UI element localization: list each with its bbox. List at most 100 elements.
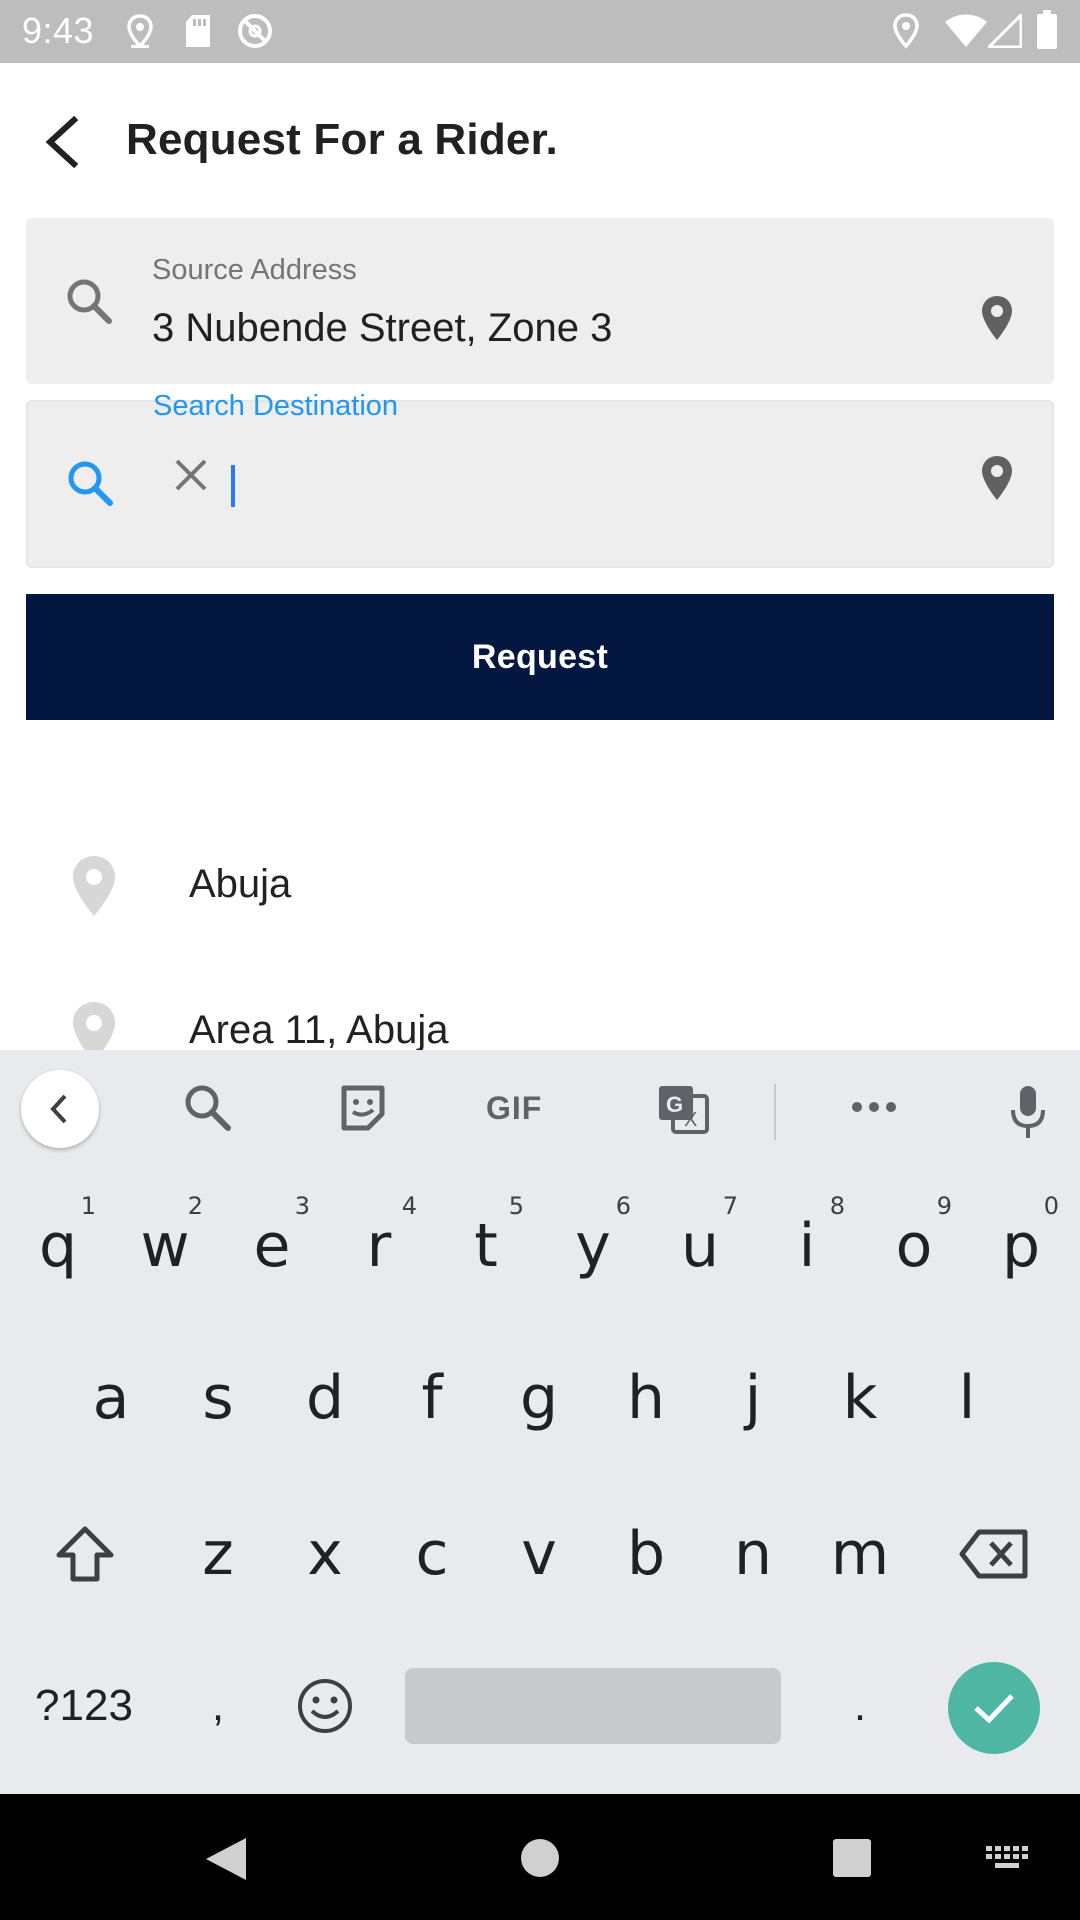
key-c[interactable]: c — [382, 1494, 482, 1614]
location-icon — [893, 13, 919, 49]
key-label: o — [895, 1211, 933, 1281]
key-hint: 8 — [829, 1192, 845, 1220]
svg-text:G: G — [666, 1092, 683, 1117]
source-address-value: 3 Nubende Street, Zone 3 — [152, 306, 613, 350]
home-icon[interactable] — [520, 1838, 560, 1878]
search-destination-input[interactable] — [240, 455, 940, 515]
key-i[interactable]: i8 — [757, 1186, 857, 1306]
toolbar-divider — [774, 1084, 776, 1140]
backspace-icon — [959, 1529, 1028, 1579]
location-pin-icon — [73, 856, 115, 916]
key-o[interactable]: o9 — [864, 1186, 964, 1306]
arrow-back-icon — [45, 115, 79, 169]
key-hint: 1 — [80, 1192, 96, 1220]
key-hint: 2 — [187, 1192, 203, 1220]
backspace-key[interactable] — [944, 1494, 1044, 1614]
page-title: Request For a Rider. — [126, 115, 558, 164]
suggestion-item[interactable]: Area 11, Abuja — [0, 958, 1080, 1050]
app-screen: 9:43 Request For a Rider. Source Address… — [0, 0, 1080, 1920]
key-e[interactable]: e3 — [222, 1186, 322, 1306]
signal-icon — [988, 14, 1022, 48]
key-t[interactable]: t5 — [436, 1186, 536, 1306]
back-nav-icon[interactable] — [204, 1836, 248, 1882]
period-key[interactable]: . — [810, 1646, 910, 1766]
key-g[interactable]: g — [489, 1338, 589, 1458]
key-hint: 4 — [401, 1192, 417, 1220]
enter-key[interactable] — [948, 1662, 1040, 1754]
key-hint: 3 — [294, 1192, 310, 1220]
shift-key[interactable] — [35, 1494, 135, 1614]
svg-text:X: X — [684, 1109, 697, 1131]
search-icon[interactable] — [182, 1080, 232, 1136]
battery-icon — [1037, 10, 1057, 49]
key-v[interactable]: v — [489, 1494, 589, 1614]
key-hint: 7 — [722, 1192, 738, 1220]
key-label: i — [798, 1211, 816, 1281]
key-label: t — [474, 1211, 498, 1281]
key-z[interactable]: z — [168, 1494, 268, 1614]
shift-icon — [56, 1526, 114, 1582]
key-q[interactable]: q1 — [8, 1186, 108, 1306]
gif-button[interactable]: GIF — [486, 1090, 542, 1127]
key-b[interactable]: b — [596, 1494, 696, 1614]
keyboard-switch-icon[interactable] — [986, 1846, 1030, 1870]
key-f[interactable]: f — [382, 1338, 482, 1458]
key-w[interactable]: w2 — [115, 1186, 215, 1306]
key-hint: 5 — [508, 1192, 524, 1220]
check-icon — [974, 1694, 1014, 1724]
key-r[interactable]: r4 — [329, 1186, 429, 1306]
close-icon[interactable] — [174, 458, 208, 492]
key-label: e — [253, 1211, 291, 1281]
key-s[interactable]: s — [168, 1338, 268, 1458]
emoji-key[interactable] — [275, 1646, 375, 1766]
back-button[interactable] — [36, 106, 96, 178]
source-address-field[interactable]: Source Address 3 Nubende Street, Zone 3 — [26, 218, 1054, 384]
search-destination-label: Search Destination — [153, 390, 399, 422]
suggestion-item[interactable]: Abuja — [0, 812, 1080, 952]
suggestion-text: Area 11, Abuja — [189, 1008, 449, 1050]
search-icon — [67, 279, 112, 324]
key-p[interactable]: p0 — [971, 1186, 1071, 1306]
keyboard-toolbar: GIF G X — [0, 1050, 1080, 1168]
key-x[interactable]: x — [275, 1494, 375, 1614]
navigation-bar — [0, 1794, 1080, 1920]
chevron-left-icon — [50, 1094, 67, 1124]
key-l[interactable]: l — [917, 1338, 1017, 1458]
key-m[interactable]: m — [810, 1494, 910, 1614]
comma-key[interactable]: , — [168, 1646, 268, 1766]
location-pin-icon[interactable] — [980, 294, 1014, 342]
microphone-icon[interactable] — [1010, 1086, 1046, 1140]
location-pin-icon — [73, 1002, 115, 1050]
key-y[interactable]: y6 — [543, 1186, 643, 1306]
sticker-icon[interactable] — [338, 1080, 388, 1136]
emoji-icon — [298, 1679, 352, 1733]
request-button[interactable]: Request — [26, 594, 1054, 720]
space-key[interactable] — [405, 1668, 781, 1744]
key-d[interactable]: d — [275, 1338, 375, 1458]
key-hint: 0 — [1043, 1192, 1059, 1220]
key-j[interactable]: j — [703, 1338, 803, 1458]
status-time: 9:43 — [22, 10, 95, 51]
key-hint: 9 — [936, 1192, 952, 1220]
key-label: y — [575, 1211, 611, 1281]
key-n[interactable]: n — [703, 1494, 803, 1614]
recents-icon[interactable] — [832, 1838, 872, 1878]
key-u[interactable]: u7 — [650, 1186, 750, 1306]
translate-icon[interactable]: G X — [656, 1080, 710, 1136]
symbols-key[interactable]: ?123 — [24, 1646, 144, 1766]
key-label: p — [1001, 1211, 1041, 1281]
key-label: q — [38, 1211, 78, 1281]
key-a[interactable]: a — [61, 1338, 161, 1458]
text-cursor — [231, 465, 235, 507]
suggestion-text: Abuja — [189, 862, 292, 906]
key-label: u — [680, 1211, 720, 1281]
sd-card-icon — [186, 15, 210, 47]
sync-off-icon — [238, 14, 272, 48]
location-pin-icon[interactable] — [980, 454, 1014, 502]
key-k[interactable]: k — [810, 1338, 910, 1458]
more-options-icon[interactable] — [850, 1100, 898, 1114]
search-icon — [68, 461, 113, 506]
key-h[interactable]: h — [596, 1338, 696, 1458]
wifi-icon — [945, 14, 987, 47]
keyboard-collapse-button[interactable] — [21, 1070, 99, 1148]
